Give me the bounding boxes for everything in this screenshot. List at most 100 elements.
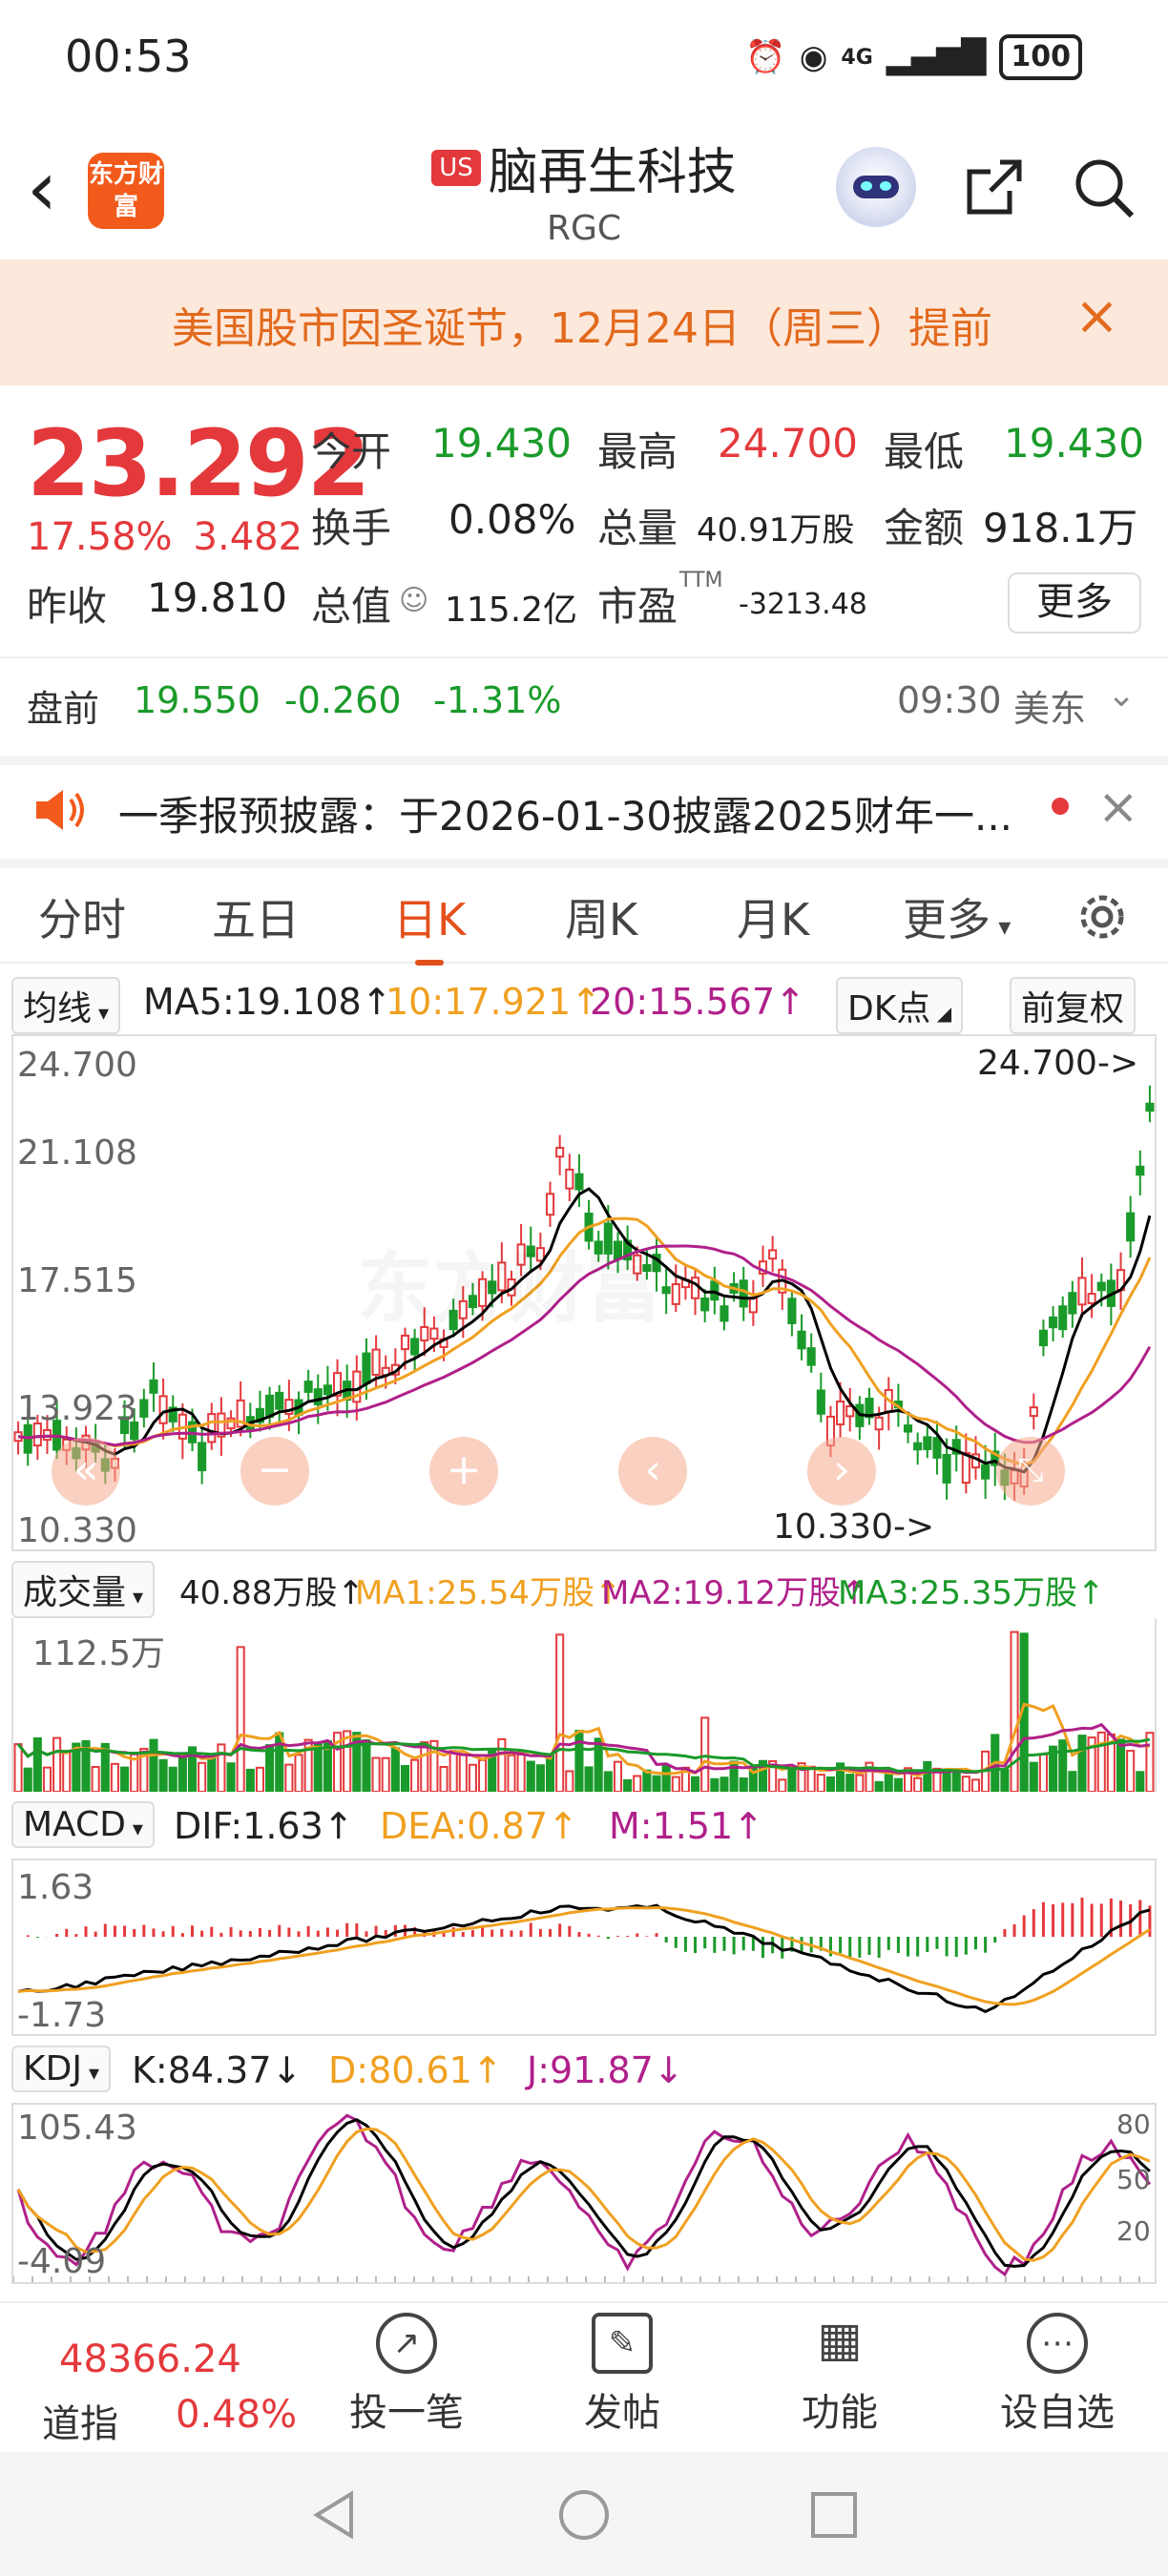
- pe-label: 市盈: [597, 583, 678, 630]
- turnover-value: 0.08%: [448, 496, 576, 543]
- grid-icon: ▦: [817, 2312, 863, 2367]
- more-button[interactable]: 更多: [1008, 572, 1141, 634]
- unread-dot: [1052, 798, 1069, 815]
- recents-square-icon[interactable]: [807, 2488, 861, 2542]
- index-name[interactable]: 道指: [42, 2393, 118, 2448]
- kdj-j: J:91.87↓: [527, 2049, 684, 2091]
- amount-value: 918.1万: [983, 505, 1138, 551]
- candle: [1145, 1102, 1155, 1112]
- high-value: 24.700: [718, 420, 858, 467]
- volume-bar: [158, 1758, 168, 1792]
- volume-bar: [565, 1770, 574, 1792]
- volume-bar: [1145, 1732, 1155, 1792]
- scroll-left-icon[interactable]: ‹: [618, 1437, 687, 1506]
- index-value[interactable]: 48366.24: [59, 2337, 241, 2381]
- close-icon[interactable]: ×: [1097, 779, 1139, 836]
- candle: [981, 1464, 991, 1480]
- chevron-down-icon[interactable]: ⌄: [1107, 675, 1136, 715]
- ma10-value: 10:17.921↑: [386, 981, 601, 1023]
- candle: [768, 1249, 778, 1260]
- vol-ma2: MA2:19.12万股↑: [601, 1574, 868, 1612]
- volume-bar: [13, 1743, 23, 1792]
- tab-five-day[interactable]: 五日: [212, 885, 300, 948]
- volume-bar: [313, 1741, 323, 1792]
- volume-bar: [1077, 1735, 1087, 1792]
- volume-bar: [594, 1737, 603, 1792]
- volume-bar: [1038, 1753, 1048, 1792]
- search-icon[interactable]: [1071, 155, 1137, 221]
- volume-value: 40.88万股↑: [179, 1574, 365, 1612]
- dk-point-button[interactable]: DK点 ◢: [836, 977, 964, 1034]
- ma20-value: 20:15.567↑: [590, 981, 805, 1023]
- volume-bar: [825, 1776, 836, 1792]
- volume-bar: [893, 1777, 903, 1792]
- macd-chart[interactable]: 1.63 -1.73: [11, 1859, 1157, 2036]
- nav-trade-label: 投一笔: [349, 2391, 464, 2435]
- y-tick: 17.515: [17, 1261, 137, 1300]
- volume-bar: [623, 1778, 633, 1792]
- min-price-marker: 10.330->: [773, 1507, 935, 1547]
- volume-bar: [400, 1764, 410, 1792]
- gear-icon[interactable]: [1073, 887, 1132, 946]
- nav-post[interactable]: ✎ 发帖: [536, 2313, 708, 2437]
- scroll-left-fast-icon[interactable]: «: [52, 1437, 120, 1506]
- vol-ma1: MA1:25.54万股↑: [355, 1574, 622, 1612]
- holiday-notice-banner[interactable]: 美国股市因圣诞节，12月24日（周三）提前 ×: [0, 260, 1168, 385]
- volume-bar: [691, 1776, 700, 1792]
- scroll-right-icon[interactable]: ›: [807, 1437, 876, 1506]
- premarket-row[interactable]: 盘前 19.550 -0.260 -1.31% 09:30 美东 ⌄: [0, 658, 1168, 754]
- macd-y-min: -1.73: [17, 1996, 107, 2035]
- nav-trade[interactable]: ↗ 投一笔: [321, 2313, 492, 2437]
- fullscreen-icon[interactable]: ⤡: [996, 1437, 1065, 1506]
- volume-bar: [177, 1755, 187, 1792]
- macd-svg: [17, 1897, 1152, 2014]
- volume-bar: [468, 1763, 477, 1792]
- adjustment-button[interactable]: 前复权: [1010, 977, 1137, 1034]
- volume-bar: [284, 1763, 294, 1792]
- kdj-selector[interactable]: KDJ ▾: [11, 2046, 111, 2092]
- volume-bar: [507, 1754, 516, 1792]
- volume-bar: [845, 1774, 855, 1792]
- back-triangle-icon[interactable]: [307, 2488, 361, 2542]
- tab-daily-k[interactable]: 日K: [393, 885, 466, 966]
- candle: [836, 1400, 845, 1425]
- dea-line: [17, 1905, 1151, 2006]
- nav-watchlist[interactable]: ⋯ 设自选: [971, 2313, 1143, 2437]
- y-tick: 10.330: [17, 1511, 137, 1550]
- macd-selector[interactable]: MACD ▾: [11, 1801, 155, 1848]
- volume-bar: [410, 1758, 420, 1792]
- tab-monthly-k[interactable]: 月K: [737, 885, 809, 948]
- ma-selector[interactable]: 均线 ▾: [11, 977, 121, 1034]
- hotspot-icon: ◉: [799, 38, 828, 76]
- info-icon[interactable]: ☺: [399, 584, 428, 617]
- kdj-chart[interactable]: 105.43 -4.09 80 50 20: [11, 2103, 1157, 2284]
- candle: [1058, 1305, 1068, 1331]
- close-icon[interactable]: ×: [1074, 288, 1119, 345]
- ai-assistant-icon[interactable]: [836, 147, 916, 227]
- y-tick: 13.923: [17, 1389, 137, 1428]
- volume-chart[interactable]: 112.5万: [11, 1618, 1157, 1792]
- volume-bar: [816, 1774, 825, 1792]
- candle: [816, 1389, 825, 1415]
- volume-bar: [381, 1756, 390, 1792]
- zoom-out-icon[interactable]: −: [240, 1437, 309, 1506]
- volume-bar: [778, 1778, 787, 1792]
- volume-selector[interactable]: 成交量 ▾: [11, 1561, 156, 1618]
- tab-intraday[interactable]: 分时: [38, 885, 126, 948]
- turnover-label: 换手: [311, 505, 392, 551]
- tab-more[interactable]: 更多 ▾: [903, 885, 1011, 948]
- more-dots-icon: ⋯: [1027, 2313, 1088, 2374]
- announcement-bar[interactable]: 一季报预披露：于2026-01-30披露2025财年一... ×: [0, 759, 1168, 859]
- watermark: 东方财富: [357, 1227, 662, 1338]
- share-icon[interactable]: [962, 156, 1025, 219]
- zoom-in-icon[interactable]: +: [429, 1437, 498, 1506]
- candle: [739, 1279, 748, 1308]
- divider: [0, 859, 1168, 868]
- clock: 00:53: [65, 31, 192, 82]
- nav-functions[interactable]: ▦ 功能: [754, 2313, 926, 2437]
- kline-chart[interactable]: 东方财富 24.700 21.108 17.515 13.923 10.330 …: [11, 1034, 1157, 1551]
- home-circle-icon[interactable]: [557, 2488, 611, 2542]
- candle: [932, 1437, 942, 1459]
- stock-name: 脑再生科技: [488, 144, 737, 201]
- tab-weekly-k[interactable]: 周K: [565, 885, 637, 948]
